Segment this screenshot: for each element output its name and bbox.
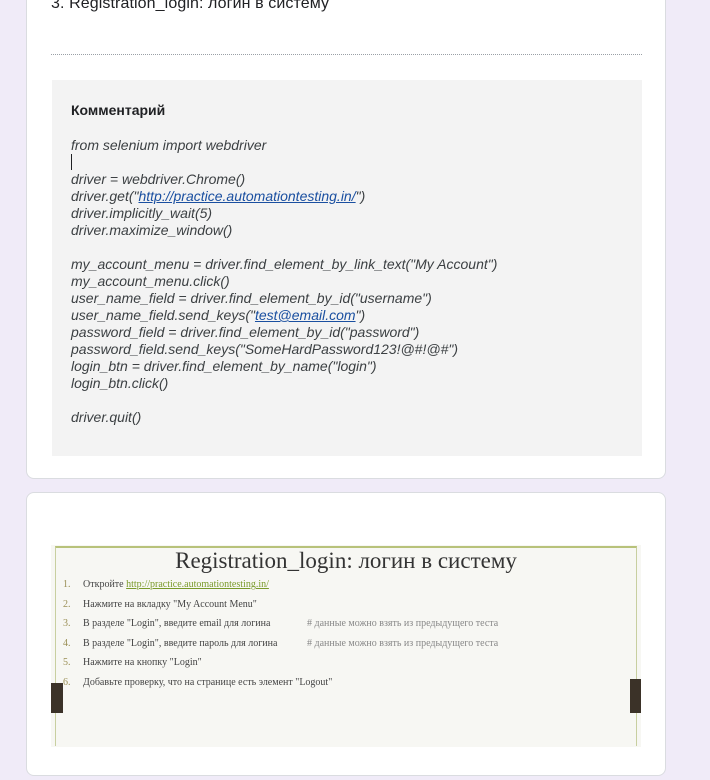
code-text: user_name_field.send_keys(": [71, 307, 255, 323]
code-line: login_btn = driver.find_element_by_name(…: [71, 358, 377, 374]
slide-item-text: Нажмите на кнопку "Login": [83, 657, 202, 668]
question-title: 3. Registration_login: логин в систему: [51, 0, 330, 12]
code-line: driver.get("http://practice.automationte…: [71, 188, 497, 205]
code-line: user_name_field.send_keys("test@email.co…: [71, 307, 497, 324]
image-card: Registration_login: логин в систему 1. От…: [26, 492, 666, 776]
slide-title: Registration_login: логин в систему: [175, 548, 517, 573]
comment-heading: Комментарий: [71, 102, 166, 118]
code-line: my_account_menu.click(): [71, 273, 230, 289]
slide-item-number: 3.: [63, 618, 71, 629]
text-caret: [71, 154, 72, 170]
code-line: driver.maximize_window(): [71, 222, 233, 238]
slide-right-tab: [630, 679, 641, 713]
code-line: driver = webdriver.Chrome(): [71, 171, 246, 187]
slide-item-number: 1.: [63, 579, 71, 590]
code-line: driver.quit(): [71, 409, 142, 425]
code-text: driver.get(": [71, 188, 139, 204]
code-text: "): [355, 188, 366, 204]
slide-item-text: Добавьте проверку, что на странице есть …: [83, 676, 333, 688]
comment-box[interactable]: Комментарий from selenium import webdriv…: [52, 80, 642, 456]
slide-item-text: Нажмите на вкладку "My Account Menu": [83, 598, 257, 610]
code-line: my_account_menu = driver.find_element_by…: [71, 256, 498, 272]
slide-item-link: http://practice.automationtesting.in/: [126, 579, 269, 590]
code-line: from selenium import webdriver: [71, 137, 267, 153]
code-link[interactable]: http://practice.automationtesting.in/: [138, 188, 355, 204]
code-line: [71, 154, 497, 171]
question-card: 3. Registration_login: логин в систему К…: [26, 0, 666, 479]
slide-item-text: Откройте http://practice.automationtesti…: [83, 579, 269, 590]
code-block[interactable]: from selenium import webdriver driver = w…: [71, 137, 497, 426]
code-link[interactable]: test@email.com: [255, 307, 356, 323]
divider: [51, 54, 642, 55]
code-text: "): [355, 307, 366, 323]
code-line: password_field = driver.find_element_by_…: [71, 324, 420, 340]
slide-item-text: В разделе "Login", введите email для лог…: [83, 618, 271, 629]
code-line: user_name_field = driver.find_element_by…: [71, 290, 432, 306]
slide-item-number: 4.: [63, 637, 71, 649]
slide-item-comment: # данные можно взять из предыдущего тест…: [307, 637, 499, 649]
slide-item-number: 5.: [63, 657, 71, 668]
slide-item-number: 2.: [63, 598, 71, 610]
slide-item-number: 6.: [63, 676, 71, 688]
code-line: password_field.send_keys("SomeHardPasswo…: [71, 341, 458, 357]
code-line: driver.implicitly_wait(5): [71, 205, 213, 221]
slide-image: Registration_login: логин в систему 1. От…: [51, 545, 641, 747]
code-line: login_btn.click(): [71, 375, 169, 391]
slide-left-tab: [51, 683, 63, 713]
slide-item-comment: # данные можно взять из предыдущего тест…: [307, 618, 499, 629]
slide-item-text: В разделе "Login", введите пароль для ло…: [83, 637, 278, 649]
